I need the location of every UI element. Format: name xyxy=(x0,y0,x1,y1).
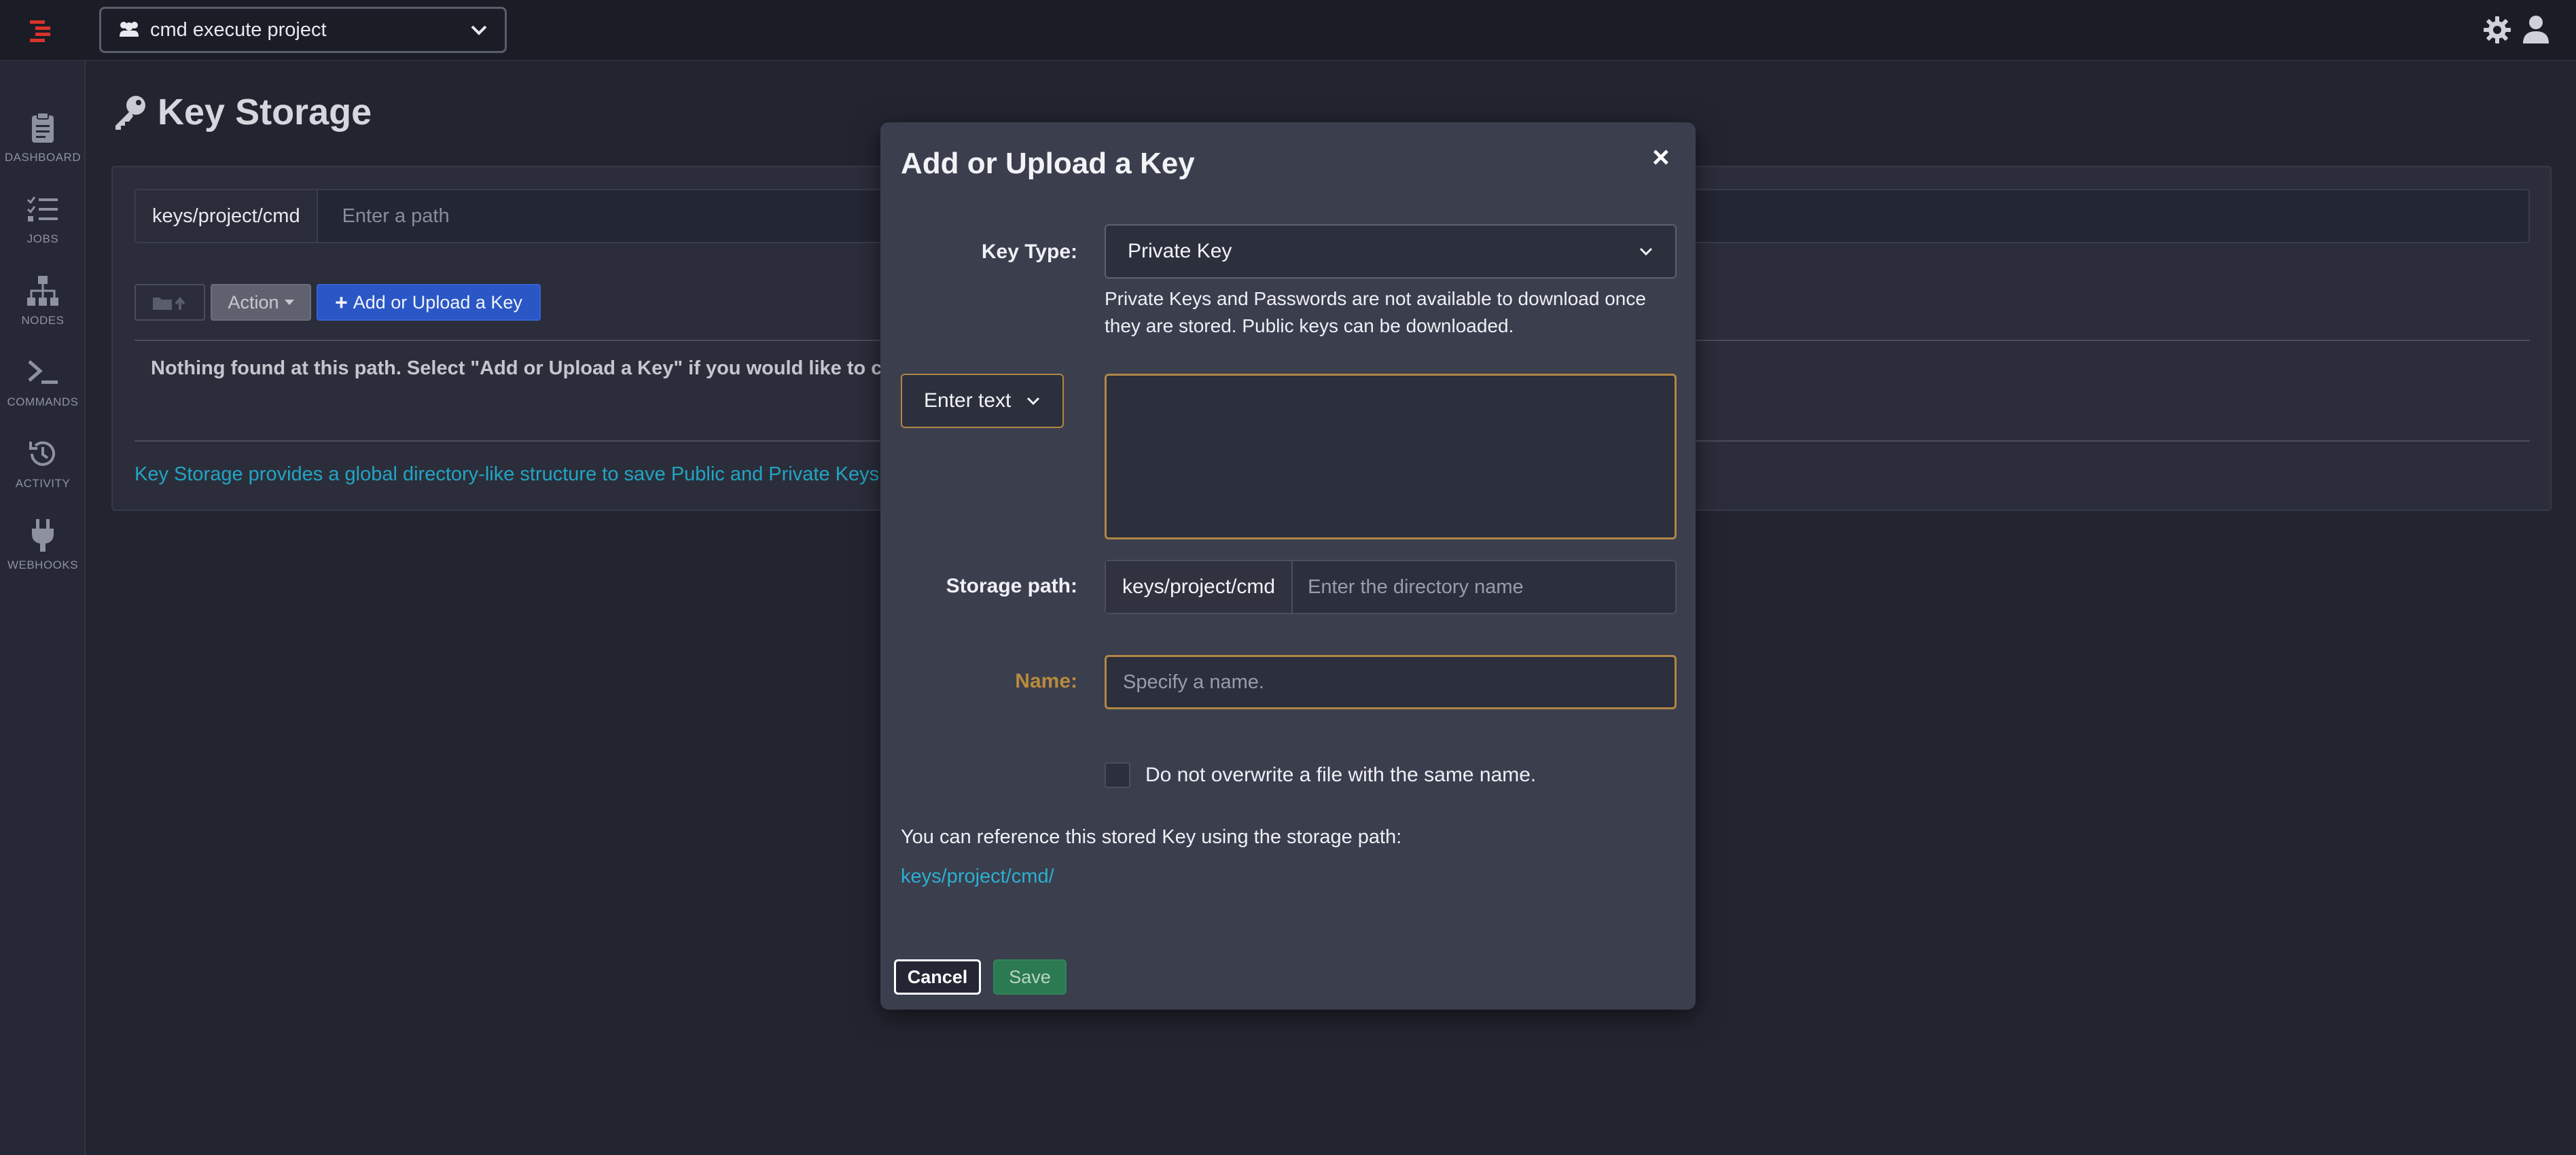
storage-path-label: Storage path: xyxy=(946,575,1077,597)
checklist-icon xyxy=(26,196,58,221)
no-overwrite-label[interactable]: Do not overwrite a file with the same na… xyxy=(1145,764,1536,787)
no-overwrite-checkbox[interactable] xyxy=(1105,762,1130,788)
key-name-input[interactable] xyxy=(1105,655,1677,709)
modal-title: Add or Upload a Key xyxy=(901,147,1195,180)
entry-mode-select[interactable]: Enter text xyxy=(901,374,1064,428)
folder-up-button[interactable] xyxy=(135,284,205,321)
sidebar-label: NODES xyxy=(21,314,65,327)
storage-path-prefix: keys/project/cmd xyxy=(1106,561,1293,613)
project-name: cmd execute project xyxy=(150,18,327,41)
key-type-select[interactable]: Private Key xyxy=(1105,224,1677,279)
add-upload-key-button[interactable]: + Add or Upload a Key xyxy=(317,284,541,321)
empty-message: Nothing found at this path. Select "Add … xyxy=(151,357,898,379)
plug-icon xyxy=(32,519,54,552)
sidebar-item-webhooks[interactable]: WEBHOOKS xyxy=(0,518,86,592)
name-label: Name: xyxy=(1015,670,1077,692)
key-storage-info-link[interactable]: Key Storage provides a global directory-… xyxy=(135,463,902,486)
storage-path-group: keys/project/cmd xyxy=(1105,560,1677,614)
page-title: Key Storage xyxy=(111,88,372,136)
close-icon[interactable]: × xyxy=(1652,143,1670,173)
chevron-down-icon xyxy=(1639,247,1653,256)
sidebar-item-activity[interactable]: ACTIVITY xyxy=(0,436,86,511)
key-type-value: Private Key xyxy=(1128,240,1232,262)
chevron-down-icon xyxy=(1026,397,1040,406)
sidebar-item-jobs[interactable]: JOBS xyxy=(0,192,86,266)
sidebar-label: WEBHOOKS xyxy=(7,558,79,571)
logo-icon[interactable] xyxy=(29,18,56,45)
key-icon xyxy=(115,96,145,130)
terminal-icon xyxy=(28,360,58,384)
history-icon xyxy=(29,441,55,466)
sidebar-item-commands[interactable]: COMMANDS xyxy=(0,355,86,429)
user-icon[interactable] xyxy=(2520,14,2552,45)
plus-icon: + xyxy=(335,289,348,315)
sitemap-icon xyxy=(27,276,58,306)
clipboard-icon xyxy=(32,112,54,143)
sidebar-label: ACTIVITY xyxy=(15,477,71,490)
sidebar-label: COMMANDS xyxy=(7,395,79,408)
users-icon xyxy=(120,22,139,37)
action-dropdown-button[interactable]: Action xyxy=(211,284,311,321)
key-type-label: Key Type: xyxy=(981,241,1077,263)
sidebar: DASHBOARD JOBS NODES COMMANDS ACTIVITY W… xyxy=(0,61,86,1155)
entry-mode-value: Enter text xyxy=(924,389,1012,412)
sidebar-item-dashboard[interactable]: DASHBOARD xyxy=(0,110,86,185)
sidebar-label: JOBS xyxy=(26,232,59,245)
project-selector[interactable]: cmd execute project xyxy=(99,7,507,53)
directory-name-input[interactable] xyxy=(1293,561,1675,613)
save-button[interactable]: Save xyxy=(993,959,1067,995)
sidebar-item-nodes[interactable]: NODES xyxy=(0,273,86,348)
page-title-text: Key Storage xyxy=(158,92,372,132)
key-type-help-text: Private Keys and Passwords are not avail… xyxy=(1105,288,1646,336)
toolbar: Action + Add or Upload a Key xyxy=(135,284,541,321)
cancel-button[interactable]: Cancel xyxy=(894,959,981,995)
reference-text: You can reference this stored Key using … xyxy=(901,826,1402,848)
reference-path-link[interactable]: keys/project/cmd/ xyxy=(901,866,1054,888)
folder-up-icon xyxy=(153,296,185,310)
caret-down-icon xyxy=(284,300,294,305)
sidebar-label: DASHBOARD xyxy=(4,151,82,164)
add-upload-key-label: Add or Upload a Key xyxy=(353,291,522,313)
action-label: Action xyxy=(228,291,279,313)
add-upload-key-modal: Add or Upload a Key × Key Type: Private … xyxy=(880,122,1696,1010)
gear-icon[interactable] xyxy=(2482,15,2512,45)
key-text-area[interactable] xyxy=(1105,374,1677,539)
path-prefix: keys/project/cmd xyxy=(136,190,318,242)
chevron-down-icon xyxy=(471,25,487,35)
top-bar: cmd execute project xyxy=(0,0,2576,61)
